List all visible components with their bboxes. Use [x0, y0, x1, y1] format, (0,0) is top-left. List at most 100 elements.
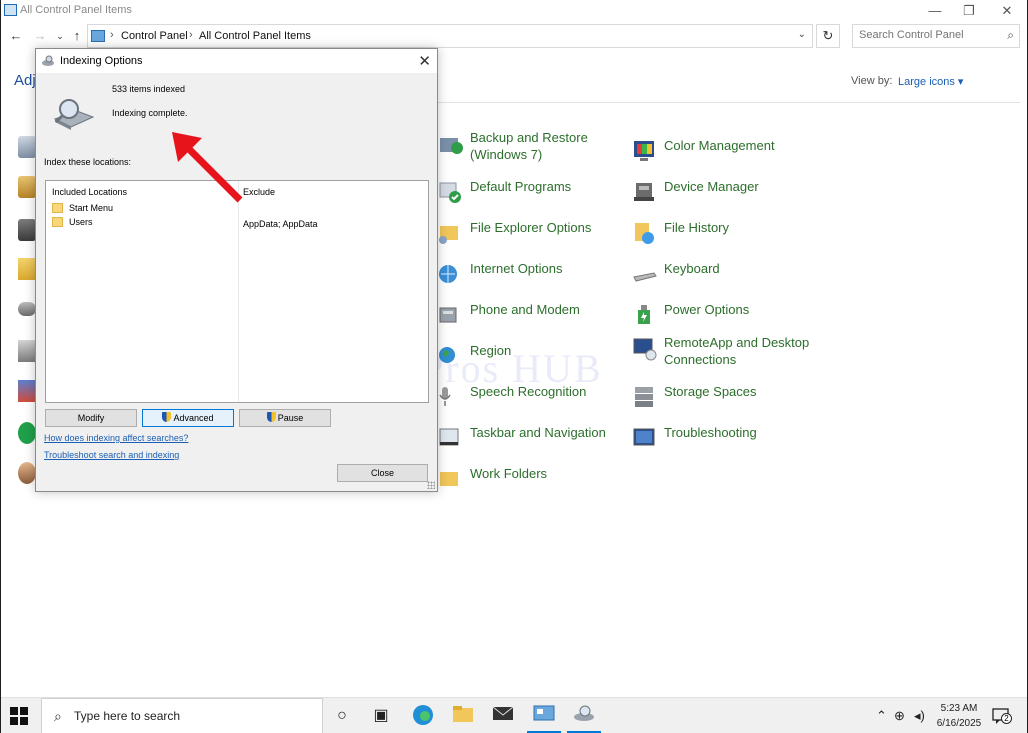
cp-item-color-management[interactable]: Color Management — [632, 137, 775, 164]
cp-item-default-programs[interactable]: Default Programs — [438, 178, 571, 205]
show-hidden-icons-chevron-icon[interactable]: ⌃ — [876, 708, 887, 724]
breadcrumb-separator-icon[interactable]: › — [189, 29, 193, 41]
system-clock[interactable]: 5:23 AM 6/16/2025 — [933, 701, 985, 731]
cp-item-internet-options[interactable]: Internet Options — [438, 260, 563, 287]
pause-button[interactable]: Pause — [239, 409, 331, 427]
list-item[interactable]: Users — [52, 217, 93, 227]
back-arrow-icon[interactable]: ← — [7, 27, 25, 45]
search-input[interactable] — [859, 29, 999, 41]
cp-item-keyboard[interactable]: Keyboard — [632, 260, 720, 287]
mail-icon[interactable] — [491, 704, 515, 728]
breadcrumb-separator-icon[interactable]: › — [110, 29, 114, 41]
indexing-options-dialog: Indexing Options ✕ 533 items indexed Ind… — [35, 48, 438, 492]
cp-item-label: Power Options — [664, 302, 750, 317]
file-explorer-icon[interactable] — [451, 704, 475, 728]
cp-item-power-options[interactable]: Power Options — [632, 301, 749, 328]
cp-item-label: Troubleshooting — [664, 425, 757, 440]
maximize-button[interactable]: ❐ — [951, 2, 987, 20]
column-header-included[interactable]: Included Locations — [52, 187, 127, 197]
address-bar[interactable]: › Control Panel › All Control Panel Item… — [87, 24, 813, 48]
sync-center-icon[interactable] — [18, 422, 36, 444]
keyboard-icon — [632, 261, 658, 287]
storage-spaces-icon — [632, 384, 658, 410]
indexing-options-taskbar-icon[interactable] — [572, 704, 596, 728]
default-programs-icon — [438, 179, 464, 205]
resize-grip[interactable] — [427, 481, 435, 489]
view-by-dropdown[interactable]: Large icons ▾ — [898, 75, 963, 88]
location-name: Users — [69, 217, 93, 227]
search-control-panel[interactable]: ⌕ — [852, 24, 1020, 48]
user-accounts-icon[interactable] — [18, 462, 36, 484]
cortana-icon[interactable]: ○ — [330, 704, 354, 728]
taskbar-search-box[interactable]: ⌕ Type here to search — [41, 698, 323, 733]
advanced-button[interactable]: Advanced — [142, 409, 234, 427]
taskbar: ⌕ Type here to search ○ ▣ ⌃ ⊕ ◂) 5:23 AM… — [1, 697, 1027, 733]
breadcrumb-all-items[interactable]: All Control Panel Items — [199, 30, 311, 42]
folder-icon — [52, 217, 63, 227]
internet-options-icon — [438, 261, 464, 287]
cp-item-file-explorer-options[interactable]: File Explorer Options — [438, 219, 591, 246]
control-panel-taskbar-icon[interactable] — [532, 704, 556, 728]
administrative-tools-icon[interactable] — [18, 136, 36, 158]
volume-icon[interactable]: ◂) — [914, 708, 925, 724]
windows-start-icon[interactable] — [10, 707, 28, 725]
indexing-large-icon — [53, 99, 95, 130]
mouse-icon[interactable] — [18, 302, 36, 316]
location-name: Start Menu — [69, 203, 114, 213]
modify-button[interactable]: Modify — [45, 409, 137, 427]
up-arrow-icon[interactable]: ↑ — [68, 27, 86, 45]
taskbar-search-placeholder: Type here to search — [74, 709, 181, 723]
indexed-locations-list[interactable]: Included Locations Exclude Start Menu Us… — [45, 180, 429, 403]
annotation-arrow-icon — [172, 132, 243, 203]
location-exclude: AppData; AppData — [243, 219, 318, 229]
window-title: All Control Panel Items — [20, 4, 132, 16]
edge-icon[interactable] — [411, 704, 435, 728]
address-dropdown-chevron-icon[interactable]: ⌄ — [798, 29, 806, 40]
cp-item-device-manager[interactable]: Device Manager — [632, 178, 759, 205]
fonts-icon[interactable] — [18, 258, 36, 280]
cp-item-label: Phone and Modem — [470, 302, 580, 317]
folder-icon — [52, 203, 63, 213]
dialog-title: Indexing Options — [60, 55, 143, 67]
cp-item-label: Backup and Restore (Windows 7) — [470, 130, 588, 162]
cp-item-backup-restore[interactable]: Backup and Restore (Windows 7) — [438, 129, 610, 163]
autoplay-icon[interactable] — [18, 176, 36, 198]
cp-item-storage-spaces[interactable]: Storage Spaces — [632, 383, 757, 410]
cp-item-file-history[interactable]: File History — [632, 219, 729, 246]
how-indexing-affects-link[interactable]: How does indexing affect searches? — [44, 433, 188, 443]
cp-item-label: File Explorer Options — [470, 220, 592, 235]
cp-item-work-folders[interactable]: Work Folders — [438, 465, 547, 492]
cp-item-troubleshooting[interactable]: Troubleshooting — [632, 424, 757, 451]
security-maintenance-icon[interactable] — [18, 380, 36, 402]
cp-item-remoteapp[interactable]: RemoteApp and Desktop Connections — [632, 334, 824, 368]
uac-shield-icon — [266, 412, 276, 422]
breadcrumb-control-panel[interactable]: Control Panel — [121, 30, 188, 42]
recent-locations-chevron-icon[interactable]: ⌄ — [51, 27, 69, 45]
dialog-close-icon[interactable]: ✕ — [418, 52, 431, 70]
close-button[interactable]: ✕ — [989, 2, 1025, 20]
cp-item-taskbar-navigation[interactable]: Taskbar and Navigation — [438, 424, 606, 451]
cp-item-label: File History — [664, 220, 730, 235]
dialog-close-button[interactable]: Close — [337, 464, 428, 482]
device-manager-icon — [632, 179, 658, 205]
list-item[interactable]: Start Menu — [52, 203, 113, 213]
column-divider — [238, 181, 239, 402]
forward-arrow-icon[interactable]: → — [31, 27, 49, 45]
troubleshoot-indexing-link[interactable]: Troubleshoot search and indexing — [44, 450, 179, 460]
programs-features-icon[interactable] — [18, 340, 36, 362]
search-icon: ⌕ — [1007, 28, 1014, 42]
index-locations-label: Index these locations: — [44, 157, 132, 167]
task-view-icon[interactable]: ▣ — [369, 704, 393, 728]
color-management-icon — [632, 138, 658, 164]
bitlocker-icon[interactable] — [18, 219, 36, 241]
refresh-button[interactable]: ↻ — [816, 24, 840, 48]
power-options-icon — [632, 302, 658, 328]
cp-item-label: Keyboard — [664, 261, 720, 276]
minimize-button[interactable]: — — [917, 2, 953, 20]
troubleshooting-icon — [632, 425, 658, 451]
file-explorer-options-icon — [438, 220, 464, 246]
cp-item-phone-modem[interactable]: Phone and Modem — [438, 301, 580, 328]
taskbar-navigation-icon — [438, 425, 464, 451]
network-globe-icon[interactable]: ⊕ — [894, 708, 905, 724]
action-center-icon[interactable]: 2 — [992, 707, 1012, 725]
